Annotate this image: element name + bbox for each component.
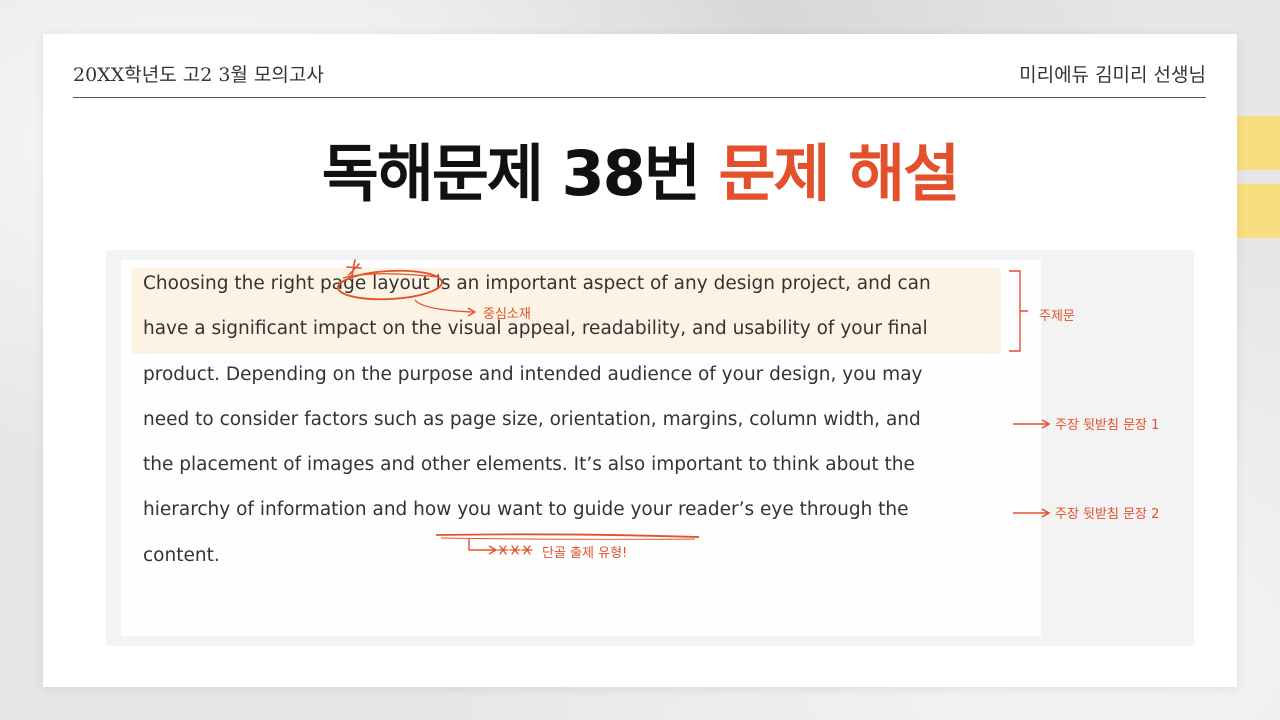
slide: 20XX학년도 고2 3월 모의고사 미리에듀 김미리 선생님 독해문제 38번… [43,34,1237,687]
passage-line: product. Depending on the purpose and in… [143,363,923,385]
passage-line: have a significant impact on the visual … [143,318,928,340]
annotation-support-2: 주장 뒷받침 문장 2 [1055,507,1160,522]
passage-line: need to consider factors such as page si… [143,408,921,430]
page-title-accent: 문제 해설 [718,137,960,210]
passage-line: hierarchy of information and how you wan… [143,499,909,521]
header-exam-title: 20XX학년도 고2 3월 모의고사 [73,64,324,86]
annotation-frequent-type: 단골 출제 유형! [542,546,628,561]
page-title-main: 독해문제 38번 [321,137,719,210]
passage-line: Choosing the right page layout is an imp… [143,273,931,294]
decorative-yellow-tab-bottom [1236,184,1280,238]
passage-line: the placement of images and other elemen… [143,454,915,476]
page-title: 독해문제 38번 문제 해설 [43,132,1237,216]
reading-passage: Choosing the right page layout is an imp… [143,261,1043,578]
header-divider [73,97,1206,98]
decorative-yellow-tab-top [1236,116,1280,170]
annotation-thesis: 주제문 [1039,309,1075,324]
annotation-central-topic: 중심소재 [483,307,531,322]
header-teacher-name: 미리에듀 김미리 선생님 [1019,64,1206,86]
annotation-support-1: 주장 뒷받침 문장 1 [1055,418,1160,433]
